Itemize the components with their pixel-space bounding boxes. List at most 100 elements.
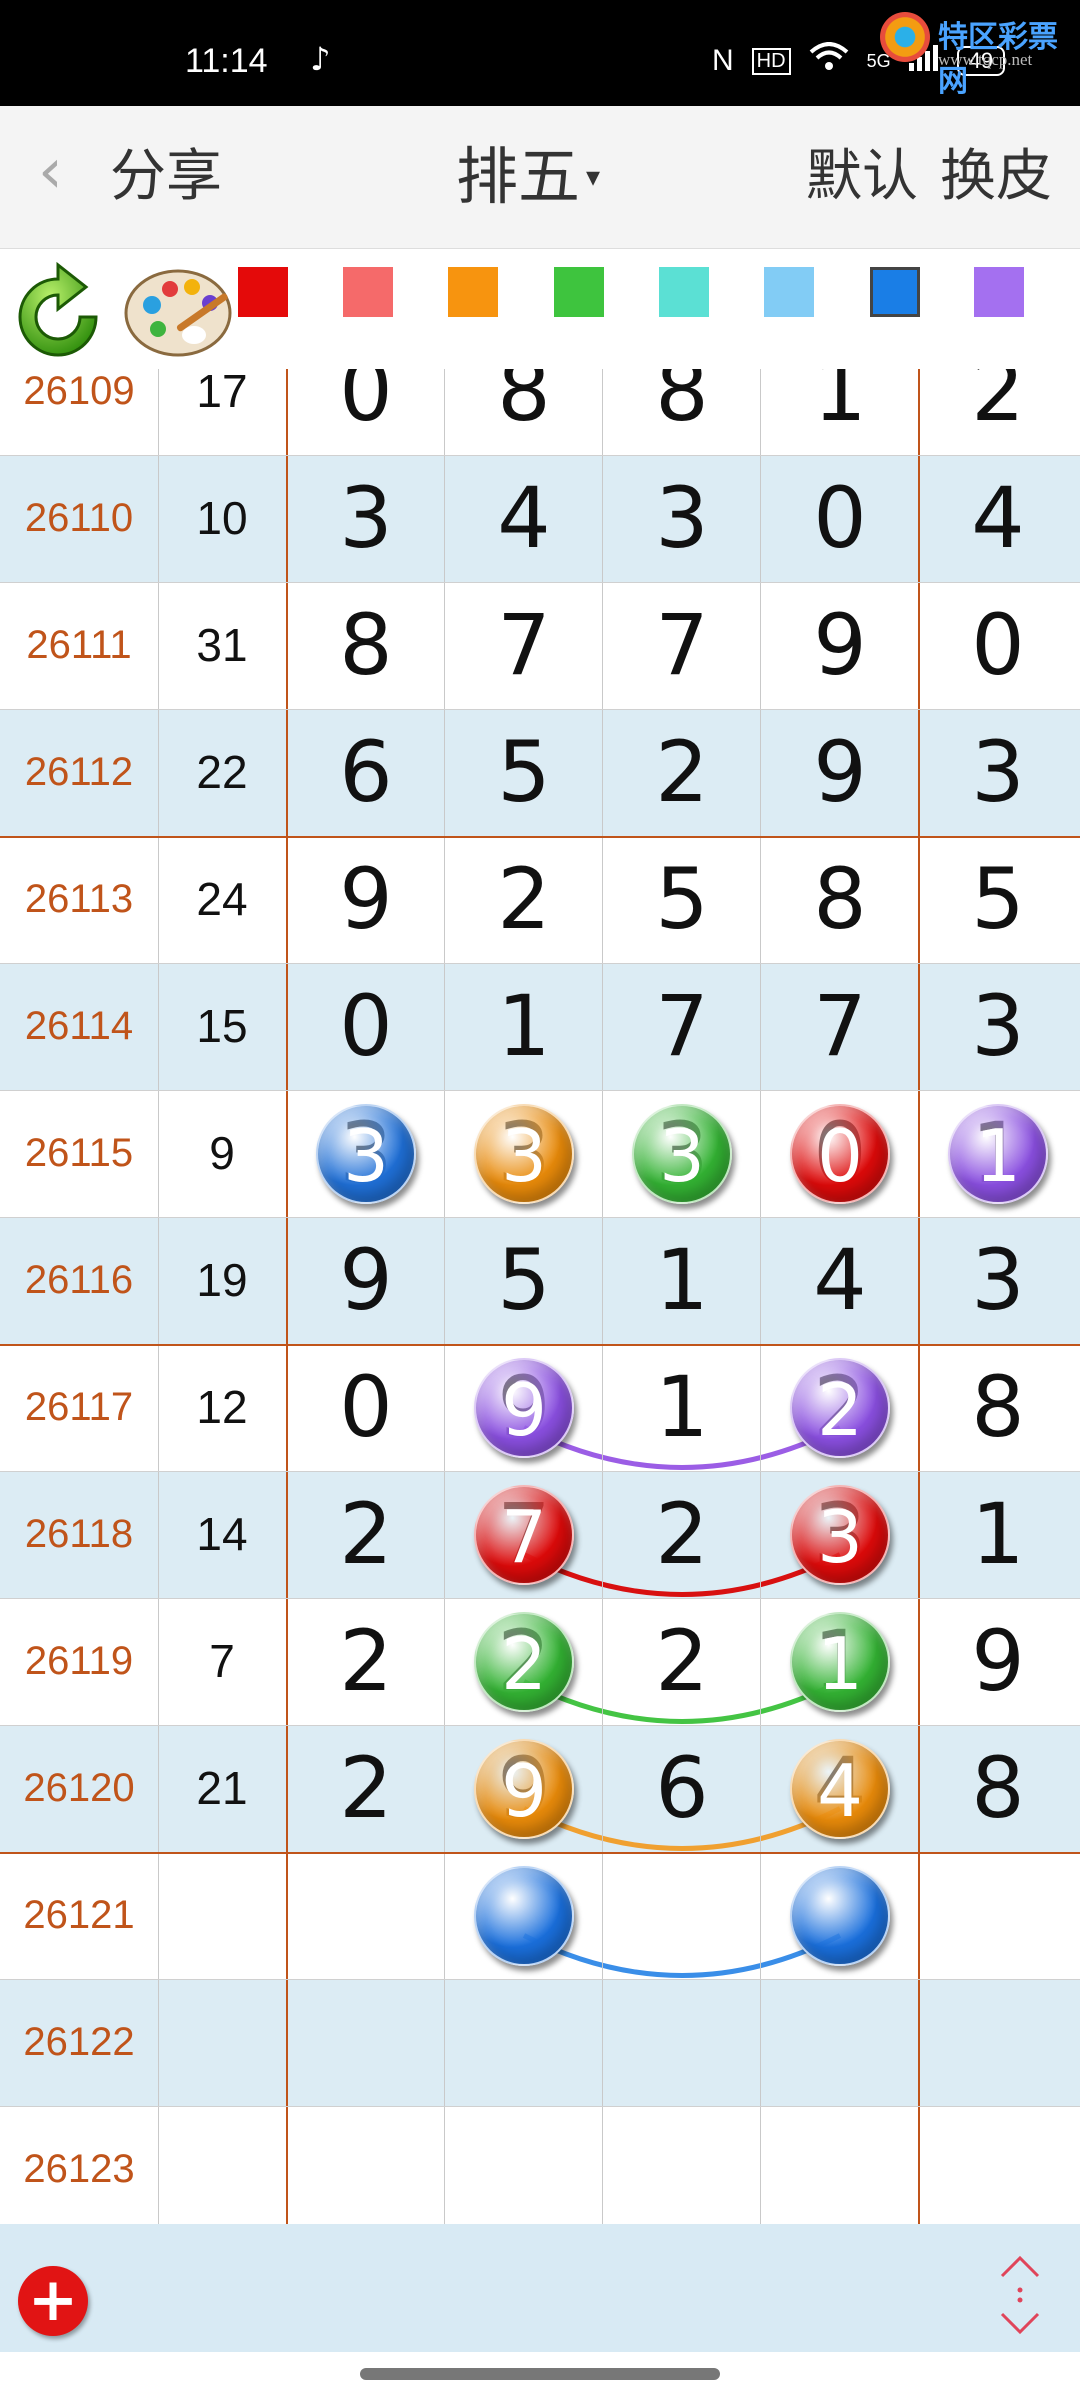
highlight-ball[interactable]: 3 [632, 1103, 732, 1204]
highlight-ball[interactable]: 0 [790, 1103, 890, 1204]
add-circle-icon[interactable]: + [18, 2266, 88, 2336]
digit-cell[interactable]: 2 [919, 369, 1077, 455]
issue-number: 26109 [23, 369, 135, 413]
default-button[interactable]: 默认 [806, 146, 918, 208]
palette-icon[interactable] [122, 265, 234, 361]
digit-cell[interactable] [919, 2106, 1077, 2224]
digit-cell[interactable]: 7 [603, 582, 761, 709]
digit-cell[interactable]: 2 [287, 1598, 445, 1725]
share-button[interactable]: 分享 [110, 146, 222, 208]
digit-cell[interactable]: 1 [919, 1471, 1077, 1598]
color-swatch[interactable] [974, 267, 1024, 317]
color-swatch[interactable] [448, 267, 498, 317]
digit-cell[interactable] [445, 1979, 603, 2106]
digit-cell[interactable]: 2 [445, 836, 603, 963]
chevron-left-icon[interactable]: ‹ [38, 140, 63, 202]
digit-cell[interactable]: 3 [287, 455, 445, 582]
highlight-ball[interactable]: 1 [790, 1611, 890, 1712]
digit-cell[interactable]: 9 [287, 836, 445, 963]
digit-cell[interactable] [603, 1852, 761, 1979]
digit-cell[interactable]: 9 [761, 582, 919, 709]
digit-cell[interactable] [919, 1852, 1077, 1979]
game-selector[interactable]: 排五 ▾ [456, 144, 600, 210]
vertical-scroll-arrows-icon[interactable] [990, 2250, 1050, 2340]
digit-cell[interactable]: 8 [919, 1725, 1077, 1852]
highlight-ball[interactable] [790, 1865, 890, 1966]
highlight-ball[interactable]: 3 [474, 1103, 574, 1204]
digit-cell[interactable]: 0 [287, 369, 445, 455]
digit-cell[interactable]: 4 [761, 1217, 919, 1344]
color-swatch[interactable] [554, 267, 604, 317]
color-swatch[interactable] [238, 267, 288, 317]
digit-cell[interactable]: 2 [287, 1471, 445, 1598]
highlight-ball[interactable]: 1 [948, 1103, 1048, 1204]
grid-hline [0, 1471, 1080, 1472]
digit-cell[interactable]: 5 [445, 1217, 603, 1344]
digit-cell[interactable]: 3 [919, 1217, 1077, 1344]
digit-cell[interactable]: 0 [287, 963, 445, 1090]
highlight-ball[interactable]: 9 [474, 1738, 574, 1839]
color-swatch[interactable] [764, 267, 814, 317]
digit-cell[interactable]: 2 [603, 1598, 761, 1725]
digit-cell[interactable]: 4 [445, 455, 603, 582]
digit-cell[interactable]: 0 [761, 455, 919, 582]
digit-cell[interactable]: 8 [287, 582, 445, 709]
digit-cell[interactable]: 8 [919, 1344, 1077, 1471]
highlight-ball[interactable]: 3 [316, 1103, 416, 1204]
digit-cell[interactable]: 5 [445, 709, 603, 836]
digit-cell[interactable]: 7 [603, 963, 761, 1090]
digit-cell[interactable]: 4 [919, 455, 1077, 582]
digit-cell[interactable]: 8 [603, 369, 761, 455]
highlight-ball[interactable]: 9 [474, 1357, 574, 1458]
color-swatch[interactable] [659, 267, 709, 317]
highlight-ball[interactable]: 7 [474, 1484, 574, 1585]
digit-cell[interactable]: 1 [603, 1344, 761, 1471]
digit-cell[interactable]: 6 [287, 709, 445, 836]
digit-cell[interactable] [603, 1979, 761, 2106]
digit-cell[interactable]: 3 [919, 709, 1077, 836]
digit-cell[interactable] [761, 2106, 919, 2224]
digit-cell[interactable]: 1 [761, 369, 919, 455]
highlight-ball[interactable]: 4 [790, 1738, 890, 1839]
refresh-icon[interactable] [8, 259, 108, 359]
digit-cell[interactable]: 9 [761, 709, 919, 836]
digit-cell[interactable] [603, 2106, 761, 2224]
highlight-ball[interactable]: 2 [474, 1611, 574, 1712]
digit-cell[interactable]: 9 [919, 1598, 1077, 1725]
digit-cell[interactable] [287, 1852, 445, 1979]
digit-cell[interactable] [287, 2106, 445, 2224]
digit-cell[interactable]: 1 [445, 963, 603, 1090]
highlight-ball[interactable] [474, 1865, 574, 1966]
digit-cell[interactable]: 8 [445, 369, 603, 455]
highlight-ball[interactable]: 3 [790, 1484, 890, 1585]
digit-cell[interactable] [919, 1979, 1077, 2106]
home-indicator[interactable] [360, 2368, 720, 2380]
trend-grid[interactable]: 26109 17 0 8 8 1 2 26110 10 3 4 3 0 4 26111 31 8 7 7 9 0 2611… [0, 369, 1080, 2224]
color-swatch[interactable] [343, 267, 393, 317]
digit-cell[interactable]: 7 [761, 963, 919, 1090]
grid-hline [0, 582, 1080, 583]
digit-cell[interactable]: 1 [603, 1217, 761, 1344]
digit-cell[interactable]: 7 [445, 582, 603, 709]
digit-cell[interactable]: 0 [287, 1344, 445, 1471]
change-skin-button[interactable]: 换皮 [940, 146, 1052, 208]
digit-cell[interactable]: 6 [603, 1725, 761, 1852]
digit-cell[interactable]: 0 [919, 582, 1077, 709]
digit-cell[interactable]: 3 [603, 455, 761, 582]
digit-cell[interactable]: 3 [919, 963, 1077, 1090]
digit-cell[interactable] [287, 1979, 445, 2106]
digit-cell[interactable] [761, 1979, 919, 2106]
watermark-logo [880, 12, 930, 62]
grid-hline [0, 1090, 1080, 1091]
digit-cell[interactable]: 2 [603, 1471, 761, 1598]
digit-cell[interactable]: 2 [603, 709, 761, 836]
color-swatch[interactable] [870, 267, 920, 317]
highlight-ball[interactable]: 2 [790, 1357, 890, 1458]
digit-cell[interactable]: 2 [287, 1725, 445, 1852]
digit-cell[interactable]: 5 [603, 836, 761, 963]
digit-cell[interactable] [445, 2106, 603, 2224]
digit-cell[interactable]: 9 [287, 1217, 445, 1344]
digit-cell[interactable]: 8 [761, 836, 919, 963]
grid-hline [0, 455, 1080, 456]
digit-cell[interactable]: 5 [919, 836, 1077, 963]
